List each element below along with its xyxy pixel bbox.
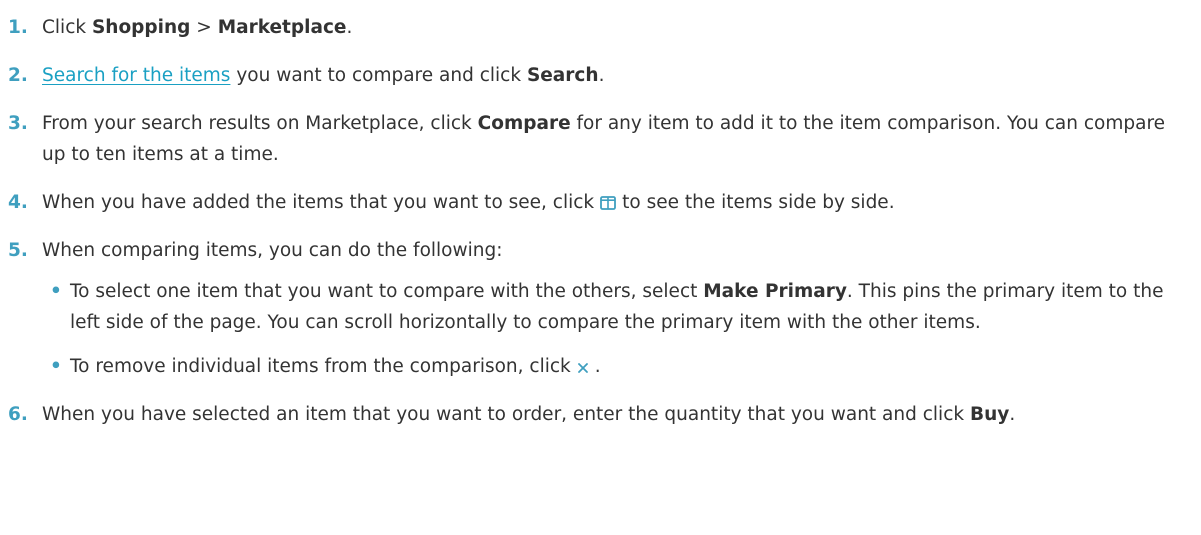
ui-term-search: Search xyxy=(526,65,599,86)
step-text: . xyxy=(598,65,605,86)
compare-columns-icon[interactable] xyxy=(600,196,617,210)
step-text: From your search results on Marketplace,… xyxy=(42,113,478,134)
step-text: . xyxy=(1009,404,1016,425)
step-4: 4. When you have added the items that yo… xyxy=(8,187,1193,218)
option-make-primary: • To select one item that you want to co… xyxy=(42,276,1193,338)
step-number: 3. xyxy=(8,113,28,134)
step-text: When you have added the items that you w… xyxy=(42,192,595,213)
step-number: 5. xyxy=(8,240,28,261)
step-number: 6. xyxy=(8,404,28,425)
bullet-dot: • xyxy=(50,281,62,302)
procedure-steps: 1. Click Shopping > Marketplace. 2. Sear… xyxy=(0,0,1193,430)
ui-term-marketplace: Marketplace xyxy=(217,17,347,38)
step-number: 4. xyxy=(8,192,28,213)
step-text: Click xyxy=(42,17,92,38)
step-text: you want to compare and click xyxy=(230,65,527,86)
step-2: 2. Search for the items you want to comp… xyxy=(8,60,1193,91)
ui-term-compare: Compare xyxy=(477,113,571,134)
step-5-options: • To select one item that you want to co… xyxy=(42,276,1193,382)
ui-term-shopping: Shopping xyxy=(91,17,191,38)
bullet-dot: • xyxy=(50,356,62,377)
close-icon[interactable] xyxy=(577,362,589,374)
step-3: 3. From your search results on Marketpla… xyxy=(8,108,1193,170)
step-number: 1. xyxy=(8,17,28,38)
step-text: . xyxy=(346,17,353,38)
step-text: to see the items side by side. xyxy=(622,192,895,213)
step-text: When you have selected an item that you … xyxy=(42,404,970,425)
step-6: 6. When you have selected an item that y… xyxy=(8,399,1193,430)
option-remove-item: • To remove individual items from the co… xyxy=(42,351,1193,382)
step-text: > xyxy=(190,17,218,38)
step-1: 1. Click Shopping > Marketplace. xyxy=(8,12,1193,43)
bullet-text: . xyxy=(594,356,601,377)
ui-term-buy: Buy xyxy=(969,404,1010,425)
search-items-link[interactable]: Search for the items xyxy=(42,65,230,86)
step-5: 5. When comparing items, you can do the … xyxy=(8,235,1193,382)
step-number: 2. xyxy=(8,65,28,86)
step-text: When comparing items, you can do the fol… xyxy=(42,240,503,261)
bullet-text: To select one item that you want to comp… xyxy=(70,281,704,302)
bullet-text: To remove individual items from the comp… xyxy=(70,356,571,377)
ui-term-make-primary: Make Primary xyxy=(703,281,847,302)
